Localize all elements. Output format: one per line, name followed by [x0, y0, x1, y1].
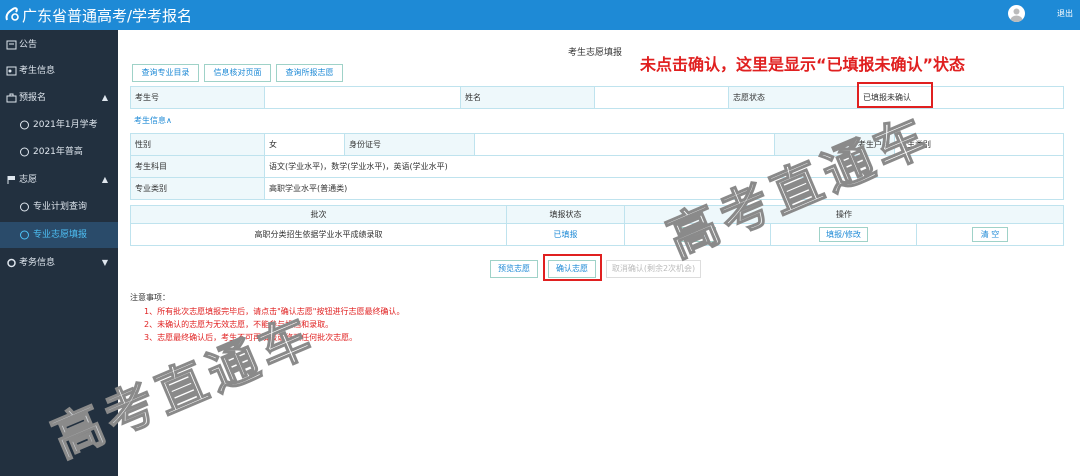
- subjects-value: 语文(学业水平)，数学(学业水平)，英语(学业水平): [264, 155, 1064, 178]
- user-avatar-icon[interactable]: [1008, 5, 1025, 22]
- sidebar-item-announcement[interactable]: 公告: [0, 32, 118, 58]
- sidebar-item-pre-registration[interactable]: 预报名 ▲: [0, 85, 118, 111]
- logout-link[interactable]: 退出: [1057, 8, 1073, 19]
- name-label: 姓名: [460, 86, 595, 109]
- main-content: 考生志愿填报 查询专业目录 信息核对页面 查询所报志愿 考生号 姓名 志愿状态 …: [118, 30, 1080, 476]
- batch-table: 批次 填报状态 操作 高职分类招生依据学业水平成绩录取 已填报 查 看 填报/修…: [130, 205, 1064, 246]
- logo-icon: [5, 7, 19, 21]
- major-category-value: 高职学业水平(普通类): [264, 177, 1064, 200]
- major-category-label: 专业类别: [130, 177, 265, 200]
- sidebar-item-major-plan-query[interactable]: 专业计划查询: [0, 194, 118, 220]
- name-value: [594, 86, 729, 109]
- id-number-label: 身份证号: [344, 133, 475, 156]
- chevron-down-icon: ▼: [101, 258, 108, 267]
- query-submitted-volunteers-button[interactable]: 查询所报志愿: [276, 64, 343, 82]
- confirm-highlight-box: [543, 254, 602, 281]
- clock-icon: [20, 120, 29, 130]
- preview-volunteers-button[interactable]: 预览志愿: [490, 260, 538, 278]
- sidebar-item-exam-affairs[interactable]: 考务信息 ▼: [0, 250, 118, 276]
- sidebar-item-major-volunteer-fill[interactable]: 专业志愿填报: [0, 222, 118, 248]
- fill-status-header: 填报状态: [506, 205, 625, 224]
- id-card-icon: [6, 66, 17, 76]
- edit-cell: 填报/修改: [770, 223, 917, 246]
- sidebar-item-2021-gaokao[interactable]: 2021年普高: [0, 139, 118, 165]
- clock-icon: [20, 147, 29, 157]
- gender-label: 性别: [130, 133, 265, 156]
- app-title: 广东省普通高考/学考报名: [22, 7, 193, 25]
- notes-heading: 注意事项：: [130, 293, 170, 302]
- top-bar: 广东省普通高考/学考报名 退出: [0, 0, 1080, 30]
- clear-button[interactable]: 清 空: [971, 227, 1009, 242]
- batch-header: 批次: [130, 205, 507, 224]
- sidebar-item-volunteer[interactable]: 志愿 ▲: [0, 167, 118, 193]
- info-check-page-button[interactable]: 信息核对页面: [204, 64, 271, 82]
- fill-edit-button[interactable]: 填报/修改: [819, 227, 868, 242]
- chevron-up-icon: ▲: [101, 93, 108, 102]
- fill-status-value: 已填报: [506, 223, 625, 246]
- sidebar-item-2021-jan-academic-test[interactable]: 2021年1月学考: [0, 112, 118, 138]
- briefcase-icon: [6, 93, 17, 103]
- document-icon: [6, 40, 17, 50]
- clear-cell: 清 空: [916, 223, 1064, 246]
- query-major-catalog-button[interactable]: 查询专业目录: [132, 64, 199, 82]
- clock-icon: [20, 202, 29, 212]
- subjects-label: 考生科目: [130, 155, 265, 178]
- student-info-collapse-toggle[interactable]: 考生信息∧: [134, 115, 172, 126]
- id-number-value: [474, 133, 775, 156]
- sidebar-item-student-info[interactable]: 考生信息: [0, 58, 118, 84]
- annotation-callout: 未点击确认，这里是显示“已填报未确认”状态: [640, 55, 966, 74]
- batch-name: 高职分类招生依据学业水平成绩录取: [130, 223, 507, 246]
- clock-icon: [20, 230, 29, 240]
- chevron-up-icon: ▲: [101, 175, 108, 184]
- exam-number-value: [264, 86, 461, 109]
- gear-icon: [7, 258, 16, 268]
- exam-number-label: 考生号: [130, 86, 265, 109]
- page-title: 考生志愿填报: [568, 48, 623, 58]
- flag-icon: [7, 176, 15, 184]
- gender-value: 女: [264, 133, 345, 156]
- volunteer-status-label: 志愿状态: [728, 86, 859, 109]
